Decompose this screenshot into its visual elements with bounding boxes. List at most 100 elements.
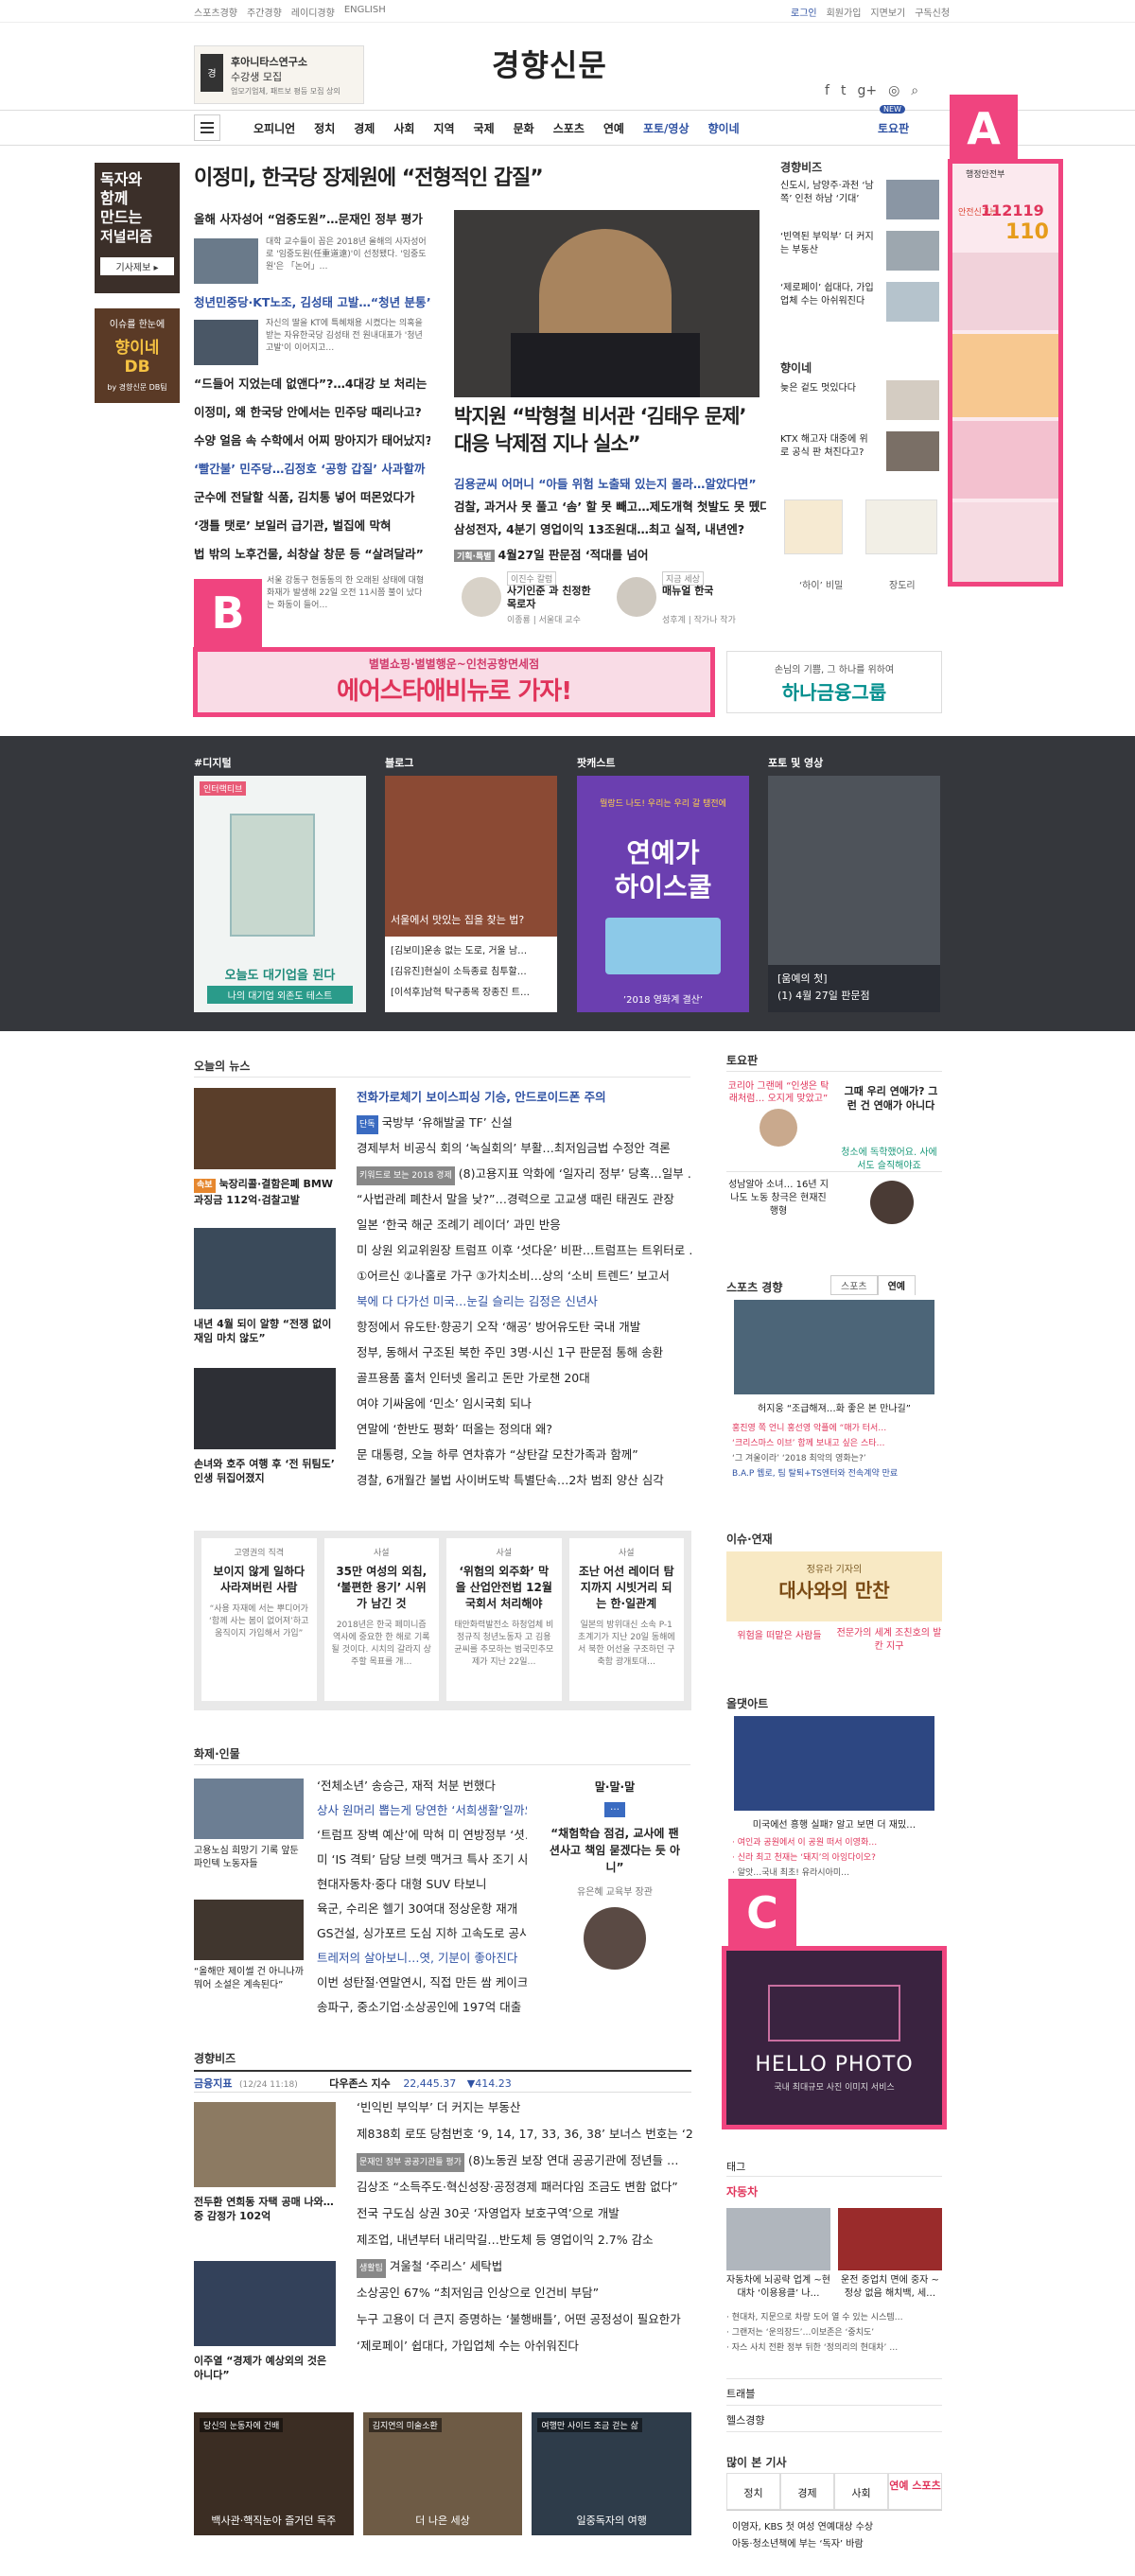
- topbar-link-weekly[interactable]: 주간경향: [247, 5, 282, 19]
- sports-line[interactable]: ‘그 겨울이라’ ‘2018 최악의 영화는?’: [732, 1451, 866, 1463]
- news-line[interactable]: 문재인 정부 공공기관들 평가 (8)노동권 보장 연대 공공기관에 정년들 …: [357, 2151, 692, 2172]
- lead-news-item[interactable]: ‘빨간불’ 민주당…김정호 ‘공항 갑질’ 사과할까: [194, 460, 430, 479]
- right-news-item[interactable]: 신도시, 남양주·과천 ‘남쪽’ 인천 하남 ‘기대’: [780, 180, 875, 219]
- news-photo-caption[interactable]: “올해만 제이썰 건 아니나까 뭐어 소설은 계속된다”: [194, 1966, 304, 1992]
- lead-news-item[interactable]: 군수에 전달할 식품, 김치통 넣어 떠몬었다가: [194, 488, 430, 507]
- media-label-photo[interactable]: 포토 및 영상: [768, 755, 823, 770]
- googleplus-icon[interactable]: g+: [857, 83, 877, 98]
- editorial-card[interactable]: 사설 조난 어선 레이더 탐지까지 시빗거리 되는 한·일관계 일본의 방위대신 소…: [568, 1538, 684, 1701]
- main-tag-line[interactable]: 기획·특별 4월27일 판문점 ‘적대를 넘어: [454, 545, 648, 563]
- news-line[interactable]: 일본 ‘한국 해군 조례기 레이더’ 과민 반응: [357, 1216, 692, 1235]
- news-thumb[interactable]: [194, 320, 258, 365]
- news-line[interactable]: ①어르신 ②나홀로 가구 ③가치소비…상의 ‘소비 트렌드’ 보고서: [357, 1267, 692, 1286]
- news-photo-caption[interactable]: 이주열 “경제가 예상외의 것은 아니다”: [194, 2354, 336, 2382]
- nav-entertainment[interactable]: 연예: [603, 120, 624, 136]
- saturday-item[interactable]: 코리아 그랜메 “인생은 탁래처럼… 오지게 맞았고”: [726, 1080, 830, 1171]
- news-line[interactable]: 골프용품 홀처 인터넷 올리고 돈만 가로챈 20대: [357, 1369, 692, 1388]
- main-sub-item[interactable]: 삼성전자, 4분기 영업이익 13조원대…최고 실적, 내년엔?: [454, 520, 766, 539]
- right-news-item[interactable]: 늦은 겉도 멋있다다: [780, 382, 875, 422]
- nav-society[interactable]: 사회: [393, 120, 414, 136]
- nav-region[interactable]: 지역: [433, 120, 454, 136]
- lead-news-item[interactable]: 이정미, 왜 한국당 안에서는 민주당 때리나고?: [194, 403, 430, 422]
- news-photo[interactable]: [194, 1900, 304, 1960]
- opinion-title[interactable]: 매뉴얼 한국: [662, 585, 757, 598]
- right-news-thumb[interactable]: [886, 380, 939, 420]
- health-link[interactable]: 헬스경향: [726, 2412, 764, 2427]
- car-caption[interactable]: 자동차에 뇌공략 업계 ~현대차 ‘이용용클’ 나…: [726, 2274, 830, 2301]
- most-tab[interactable]: 사회: [834, 2473, 888, 2510]
- facebook-icon[interactable]: f: [825, 83, 829, 98]
- saturday-item-text[interactable]: 성남알아 소녀… 16년 지나도 노동 창극은 현재진행형: [726, 1179, 830, 1218]
- issue-item[interactable]: 전문가의 세계 조친호의 발칸 지구: [836, 1627, 942, 1654]
- header-ad[interactable]: 경 후아니타스연구소 수강생 모집 업모기업체, 패트보 평등 모집 상의: [194, 45, 364, 104]
- issue-item[interactable]: 위험을 떠맡은 사람들: [726, 1627, 832, 1641]
- media-label-digital[interactable]: #디지털: [194, 755, 232, 770]
- news-line[interactable]: 상사 원머리 뽑는게 당연한 ‘서희생활’일까요: [317, 1801, 527, 1820]
- editorial-card[interactable]: 고영권의 직격 보이지 않게 일하다 사라져버린 사람 “사용 자재에 서는 뿌디어…: [201, 1538, 317, 1701]
- lead-news-item[interactable]: ‘갱틀 탯로’ 보일러 급기관, 벌집에 막혀: [194, 517, 430, 535]
- news-line[interactable]: ‘전체소년’ 송승근, 재적 처분 번했다: [317, 1777, 527, 1796]
- media-label-podcast[interactable]: 팟캐스트: [577, 755, 615, 770]
- news-line[interactable]: 항정에서 유도탄·향공기 오작 ‘해공’ 방어유도탄 국내 개발: [357, 1318, 692, 1337]
- most-read-item[interactable]: 이영자, KBS 첫 여성 연예대상 수상: [732, 2518, 873, 2532]
- news-line[interactable]: 전국 구도심 상권 30곳 ‘자영업자 보호구역’으로 개발: [357, 2204, 692, 2223]
- cartoon-thumb[interactable]: [784, 499, 843, 554]
- news-photo[interactable]: [194, 1228, 336, 1309]
- news-photo[interactable]: [194, 1088, 336, 1169]
- sports-line[interactable]: B.A.P 웹로, 팀 탈퇴+TS엔터와 전속계약 만료: [732, 1466, 898, 1479]
- allthatart-line[interactable]: · 신라 최고 천재는 ‘돼지’의 아잉다이오?: [732, 1850, 876, 1863]
- blog-line[interactable]: [김보미]운송 없는 도로, 거울 남…: [391, 942, 527, 956]
- nav-international[interactable]: 국제: [474, 120, 495, 136]
- car-line[interactable]: · 자스 사치 전환 정부 뒤한 ‘정의리의 현대차’ …: [726, 2340, 898, 2353]
- allthatart-line[interactable]: · 알앗…국내 최초! 유라시아미…: [732, 1866, 849, 1878]
- login-link[interactable]: 로그인: [791, 5, 817, 19]
- most-tab[interactable]: 경제: [780, 2473, 834, 2510]
- saturday-green-text[interactable]: 청소에 독학했어요. 사에서도 슬직해야죠: [838, 1147, 940, 1173]
- site-logo[interactable]: 경향신문: [492, 42, 607, 85]
- nav-politics[interactable]: 정치: [314, 120, 335, 136]
- car-caption[interactable]: 운전 중업치 면에 중자 ~정상 없음 해치백, 세…: [838, 2274, 942, 2301]
- sports-tab[interactable]: 스포츠: [830, 1275, 878, 1295]
- news-line[interactable]: 이번 성탄절·연말연시, 직접 만든 쌈 케이크 …: [317, 1973, 527, 1992]
- instagram-icon[interactable]: ◎: [888, 83, 899, 98]
- issue-banner[interactable]: 정유라 기자의 대사와의 만찬: [726, 1551, 942, 1621]
- car-photo[interactable]: [838, 2208, 942, 2270]
- nav-opinion[interactable]: 오피니언: [253, 120, 295, 136]
- bottom-card[interactable]: 여행만 사이드 조금 걷는 삶 일중독자의 여행: [532, 2412, 692, 2535]
- news-line[interactable]: 미 ‘IS 격퇴’ 담당 브렛 맥거크 특사 조기 사퇴: [317, 1850, 527, 1869]
- right-news-item[interactable]: ‘제로페이’ 쉽대다, 가입업체 수는 아쉬워진다: [780, 282, 875, 322]
- nav-saturday[interactable]: 토요판: [878, 120, 909, 136]
- topbar-link-sports[interactable]: 스포츠경향: [194, 5, 237, 19]
- news-line[interactable]: 현대자동차·중다 대형 SUV 타보니: [317, 1875, 527, 1894]
- sports-line[interactable]: 홍진영 쪽 언니 홍선영 악플에 “매가 터서…: [732, 1421, 886, 1433]
- news-line[interactable]: GS건설, 싱가포르 도심 지하 고속도로 공사 …: [317, 1924, 527, 1943]
- paper-view-link[interactable]: 지면보기: [870, 5, 905, 19]
- digital-card[interactable]: 인터랙티브 오늘도 대기업을 된다 나의 대기업 외존도 테스트: [194, 776, 366, 1012]
- quote-text[interactable]: “채험학습 점검, 교사에 팬션사고 책임 묻겠다는 듯 아니”: [539, 1825, 690, 1876]
- news-photo[interactable]: [194, 1368, 336, 1449]
- blog-card[interactable]: 서울에서 맛있는 집을 찾는 법? [김보미]운송 없는 도로, 거울 남… […: [385, 776, 557, 1012]
- nav-photo-video[interactable]: 포토/영상: [643, 120, 690, 136]
- news-line[interactable]: 트레저의 살아보니…엿, 기분이 좋아진다: [317, 1949, 527, 1968]
- saturday-item-text[interactable]: 그때 우리 연애가? 그런 건 연애가 아니다: [844, 1084, 938, 1113]
- news-line[interactable]: 문 대통령, 오늘 하루 연차휴가 “상탄갈 모찬가족과 함께”: [357, 1446, 692, 1464]
- headline[interactable]: 이정미, 한국당 장제원에 “전형적인 갑질”: [194, 161, 544, 191]
- news-line[interactable]: 정부, 동해서 구조된 북한 주민 3명·시신 1구 판문점 통해 송환: [357, 1343, 692, 1362]
- sports-video[interactable]: [734, 1300, 934, 1394]
- news-photo-caption[interactable]: 내년 4월 되이 알향 “전쟁 없이 재임 마치 않도”: [194, 1317, 336, 1345]
- main-story-title[interactable]: 박지원 “박형철 비서관 ‘김태우 문제’ 대응 낙제점 지나 실소”: [454, 403, 761, 458]
- tag-title[interactable]: 태그: [726, 2159, 745, 2174]
- car-photo[interactable]: [726, 2208, 830, 2270]
- opinion-title[interactable]: 사기인준 과 친정한 목로자: [507, 585, 602, 611]
- lead-news-item[interactable]: “드들어 지었는데 없앤다”?…4대강 보 처리는: [194, 375, 430, 394]
- media-label-blog[interactable]: 블로그: [385, 755, 413, 770]
- blog-line[interactable]: [김유진]현실이 소득종료 침투할…: [391, 963, 527, 977]
- news-line[interactable]: 경제부처 비공식 회의 ‘녹실회의’ 부활…최저임금법 수정안 격론: [357, 1139, 692, 1158]
- news-photo-caption[interactable]: 속보 눅장리콜·결함은폐 BMW 과징금 112억·검찰고발: [194, 1177, 336, 1207]
- news-line[interactable]: 연말에 ‘한반도 평화’ 떠올는 정의대 왜?: [357, 1420, 692, 1439]
- news-line[interactable]: 제조업, 내년부터 내리막길…반도체 등 영업이익 2.7% 감소: [357, 2231, 692, 2250]
- main-story-photo[interactable]: [454, 210, 760, 397]
- lead-news-item[interactable]: 올해 사자성어 “엄중도원”…문재인 정부 평가: [194, 210, 430, 229]
- news-line[interactable]: 김상조 “소득주도·혁신성장·공정경제 패러다임 조금도 변함 없다”: [357, 2178, 692, 2197]
- right-news-thumb[interactable]: [886, 282, 939, 322]
